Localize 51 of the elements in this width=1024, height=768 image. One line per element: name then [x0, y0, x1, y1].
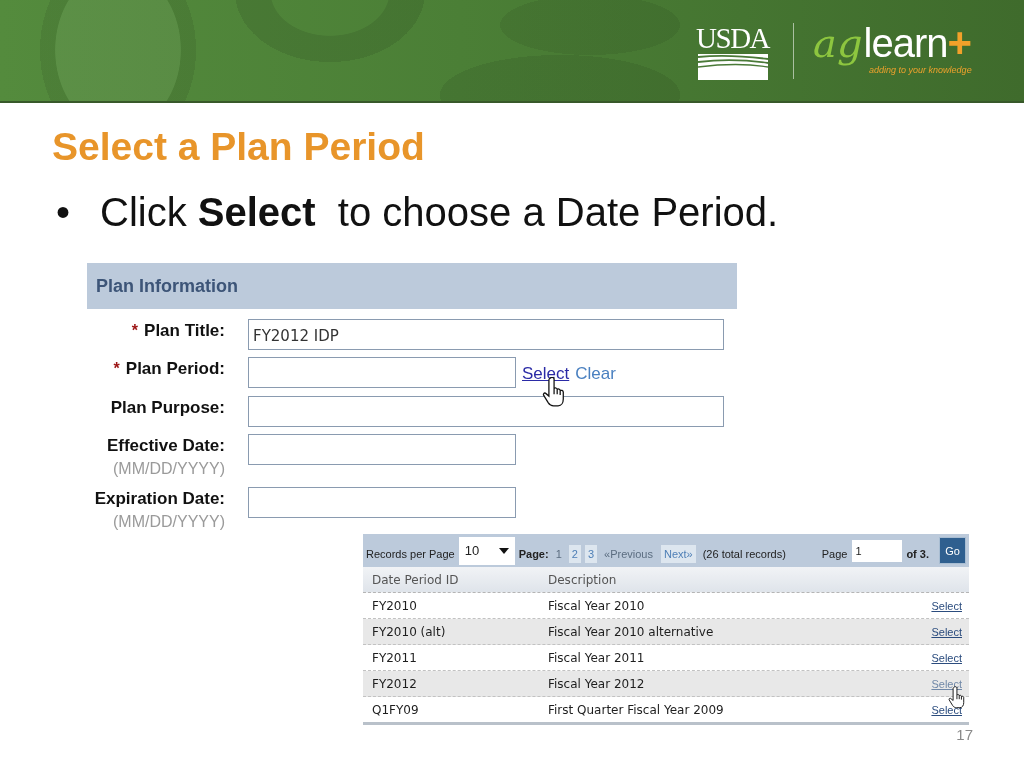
- column-header: Date Period ID: [371, 572, 460, 587]
- required-mark: *: [131, 321, 139, 341]
- page-number: 17: [956, 726, 973, 744]
- pagination-label: Page:: [518, 546, 549, 561]
- page-count: of 3.: [906, 546, 929, 561]
- select-link[interactable]: Select: [931, 651, 962, 664]
- table-cell-text: Q1FY09: [371, 702, 420, 717]
- table-cell-text: First Quarter Fiscal Year 2009: [548, 702, 725, 717]
- select-link[interactable]: Select: [931, 625, 962, 638]
- slide-title: Select a Plan Period: [52, 125, 425, 169]
- per-page-select[interactable]: 10: [458, 536, 515, 565]
- text-link[interactable]: Select: [522, 364, 570, 383]
- date-field[interactable]: [248, 487, 516, 518]
- table-cell-text: FY2010: [371, 598, 418, 613]
- column-header: Description: [548, 572, 618, 587]
- field-label: Effective Date:: [106, 435, 225, 457]
- go-button[interactable]: Go: [939, 537, 966, 564]
- hand-cursor-icon: [542, 377, 565, 407]
- page-label: Page: [821, 546, 848, 561]
- panel-heading: Plan Information: [87, 263, 737, 309]
- caret-down-icon: [498, 547, 509, 554]
- logo-tagline: adding to your knowledge: [869, 65, 972, 76]
- page-link[interactable]: 2: [568, 544, 581, 563]
- date-field[interactable]: [248, 434, 516, 465]
- field-label: Plan Title:: [144, 320, 225, 342]
- select-link[interactable]: Select: [931, 599, 962, 612]
- field-label: Plan Period:: [125, 358, 225, 380]
- text-field[interactable]: FY2012 IDP: [248, 319, 724, 350]
- text-link[interactable]: Clear: [575, 364, 616, 383]
- page-input[interactable]: 1: [852, 539, 903, 562]
- table-cell-text: Fiscal Year 2010 alternative: [548, 624, 715, 639]
- date-format-hint: (MM/DD/YYYY): [113, 459, 225, 479]
- table-cell-text: Fiscal Year 2011: [548, 650, 646, 665]
- usda-wordmark: USDA: [696, 25, 770, 51]
- records-per-page-label: Records per Page: [366, 546, 455, 561]
- landscape-icon: [697, 54, 768, 80]
- select-link[interactable]: Select: [931, 703, 962, 716]
- table-cell-text: Fiscal Year 2010: [548, 598, 646, 613]
- table-cell-text: FY2010 (alt): [371, 624, 447, 639]
- table-cell-text: FY2012: [371, 676, 418, 691]
- table-cell-text: Fiscal Year 2012: [548, 676, 646, 691]
- total-records: (26 total records): [702, 546, 786, 561]
- table-cell-text: FY2011: [371, 650, 418, 665]
- bullet-marker: •: [56, 189, 71, 235]
- text-field[interactable]: [248, 396, 724, 427]
- date-format-hint: (MM/DD/YYYY): [113, 512, 225, 532]
- field-label: Plan Purpose:: [110, 397, 225, 419]
- bullet-text: Click Select to choose a Date Period.: [100, 189, 779, 235]
- lookup-field[interactable]: [248, 357, 516, 388]
- required-mark: *: [113, 359, 120, 379]
- field-label: Expiration Date:: [94, 488, 225, 510]
